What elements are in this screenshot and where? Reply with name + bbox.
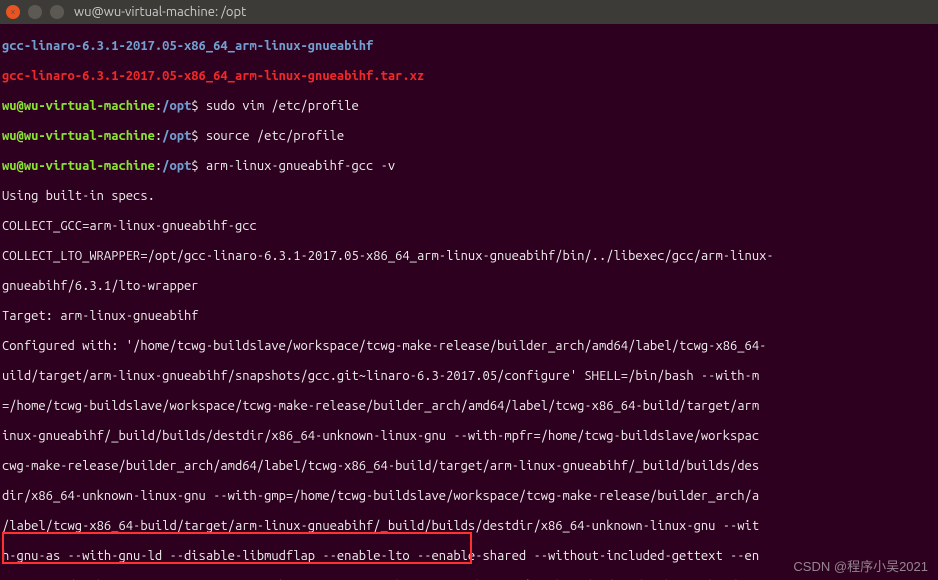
output-line: uild/target/arm-linux-gnueabihf/snapshot… (2, 369, 936, 384)
output-line: Using built-in specs. (2, 189, 936, 204)
output-line: dir/x86_64-unknown-linux-gnu --with-gmp=… (2, 489, 936, 504)
output-line: Target: arm-linux-gnueabihf (2, 309, 936, 324)
output-line: COLLECT_GCC=arm-linux-gnueabihf-gcc (2, 219, 936, 234)
output-line: inux-gnueabihf/_build/builds/destdir/x86… (2, 429, 936, 444)
close-icon[interactable]: × (6, 5, 20, 19)
prompt-line-1: wu@wu-virtual-machine:/opt$ sudo vim /et… (2, 99, 936, 114)
ls-dir: gcc-linaro-6.3.1-2017.05-x86_64_arm-linu… (2, 39, 373, 53)
command-1: sudo vim /etc/profile (206, 99, 359, 113)
command-3: arm-linux-gnueabihf-gcc -v (206, 159, 395, 173)
terminal[interactable]: gcc-linaro-6.3.1-2017.05-x86_64_arm-linu… (0, 24, 938, 580)
watermark: CSDN @程序小吴2021 (793, 559, 928, 574)
minimize-icon[interactable]: − (28, 5, 42, 19)
command-2: source /etc/profile (206, 129, 344, 143)
output-line: cwg-make-release/builder_arch/amd64/labe… (2, 459, 936, 474)
output-line: Configured with: '/home/tcwg-buildslave/… (2, 339, 936, 354)
prompt-line-2: wu@wu-virtual-machine:/opt$ source /etc/… (2, 129, 936, 144)
output-line: COLLECT_LTO_WRAPPER=/opt/gcc-linaro-6.3.… (2, 249, 936, 264)
prompt-line-3: wu@wu-virtual-machine:/opt$ arm-linux-gn… (2, 159, 936, 174)
window-title: wu@wu-virtual-machine: /opt (74, 5, 246, 20)
title-bar: × − ▢ wu@wu-virtual-machine: /opt (0, 0, 938, 24)
output-line: gnueabihf/6.3.1/lto-wrapper (2, 279, 936, 294)
window-controls: × − ▢ (6, 5, 64, 19)
output-line: /label/tcwg-x86_64-build/target/arm-linu… (2, 519, 936, 534)
ls-archive: gcc-linaro-6.3.1-2017.05-x86_64_arm-linu… (2, 69, 424, 83)
maximize-icon[interactable]: ▢ (50, 5, 64, 19)
output-line: =/home/tcwg-buildslave/workspace/tcwg-ma… (2, 399, 936, 414)
